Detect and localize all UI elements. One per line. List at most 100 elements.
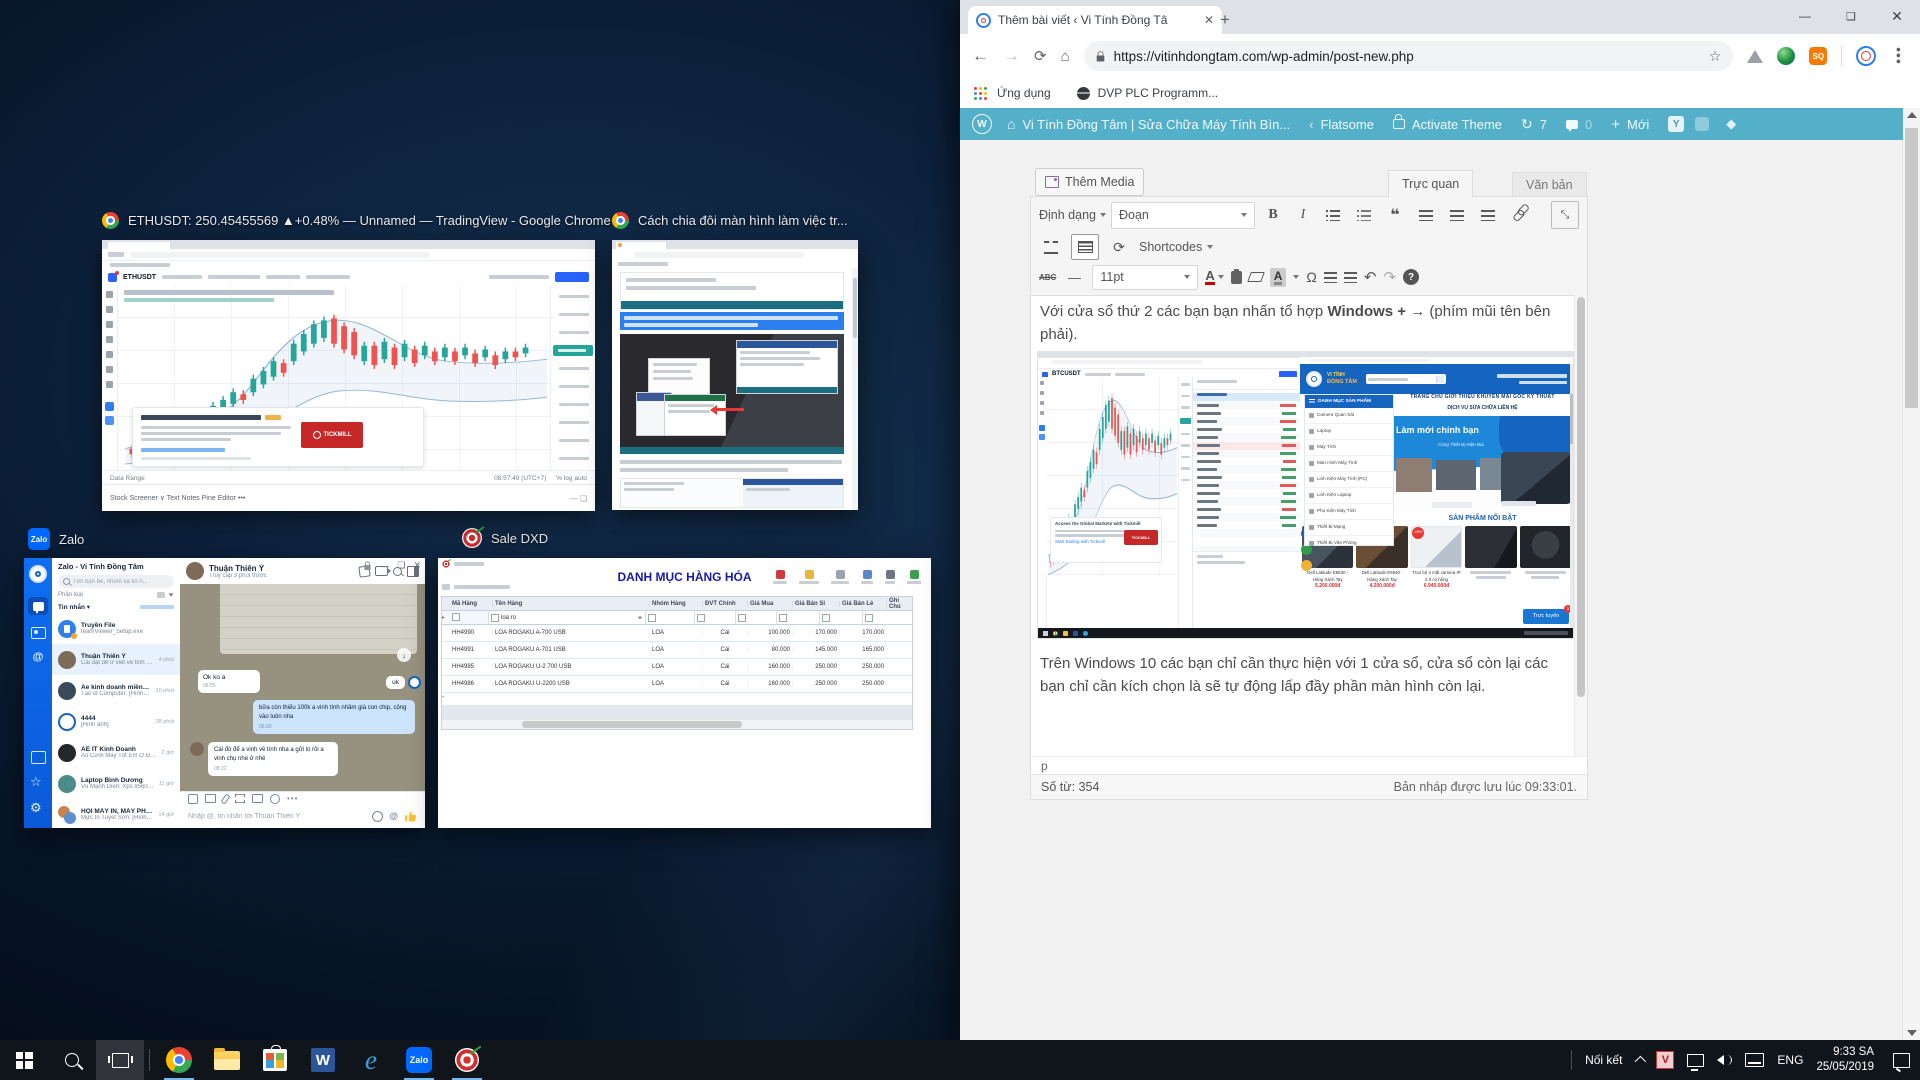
zalo-groups-tab[interactable]: @ bbox=[31, 651, 45, 663]
read-more-button[interactable] bbox=[1039, 236, 1063, 258]
diamond-icon[interactable]: ◆ bbox=[1726, 116, 1736, 132]
fontsize-select[interactable]: 11pt bbox=[1092, 265, 1198, 290]
format-dropdown[interactable]: Định dạng bbox=[1039, 208, 1106, 222]
sale-table[interactable]: Mã Hàng Tên Hàng Nhóm Hàng ĐVT Chính Giá… bbox=[441, 596, 913, 730]
indent-button[interactable] bbox=[1344, 272, 1357, 283]
profile-avatar[interactable] bbox=[1856, 46, 1876, 66]
editor-scroll-thumb[interactable] bbox=[1577, 297, 1585, 697]
zalo-search[interactable]: Tìm bạn bè, nhóm và tin n... bbox=[58, 575, 174, 588]
tab-visual[interactable]: Trực quan bbox=[1388, 170, 1473, 197]
clear-format-button[interactable] bbox=[1249, 272, 1263, 282]
more-icon[interactable]: ••• bbox=[287, 794, 298, 803]
maximize-icon[interactable]: ❑ bbox=[397, 560, 405, 571]
drive-extension-icon[interactable] bbox=[1747, 50, 1763, 63]
bold-button[interactable]: B bbox=[1260, 203, 1286, 227]
highlight-carat[interactable] bbox=[1293, 275, 1299, 279]
tab-text[interactable]: Văn bản bbox=[1512, 172, 1587, 197]
zalo-messages-tab-row[interactable]: Tin nhắn ▾ bbox=[58, 603, 174, 611]
https-lock-icon[interactable] bbox=[1096, 55, 1104, 61]
taskbar-file-explorer[interactable] bbox=[203, 1040, 251, 1080]
data-range-label[interactable]: Data Range bbox=[110, 475, 145, 482]
taskview-thumbnail-saledxd[interactable]: DANH MỤC HÀNG HÓA Mã Hàng Tên Hàng Nhóm … bbox=[438, 558, 931, 828]
conversation-item[interactable]: Laptop Bình DươngVũ Mạnh Diễn: Xps 9560 … bbox=[52, 768, 180, 799]
adminbar-comment-count[interactable]: 0 bbox=[1585, 117, 1592, 132]
idm-extension-icon[interactable] bbox=[1777, 47, 1795, 65]
recent-icon[interactable] bbox=[270, 794, 280, 804]
tv-chart[interactable]: TICKMILL bbox=[118, 285, 550, 470]
taskbar-chrome[interactable] bbox=[155, 1040, 203, 1080]
taskview-thumbnail-zalo[interactable]: @ ☆ ⚙ Zalo - Vi Tính Đồng Tâm Tìm bạn bè… bbox=[24, 558, 425, 828]
star-icon[interactable]: ☆ bbox=[30, 774, 42, 790]
tv-panel-tabs[interactable]: Stock Screener ∨ Text Notes Pine Editor … bbox=[110, 494, 245, 502]
forward-button[interactable]: → bbox=[1003, 46, 1020, 66]
maximize-button[interactable]: ❑ bbox=[1828, 10, 1874, 23]
align-right-button[interactable] bbox=[1475, 203, 1501, 227]
zalo-input-toolbar[interactable]: ••• bbox=[180, 791, 425, 805]
keyboard-icon[interactable] bbox=[1745, 1053, 1764, 1067]
yoast-seo-icon[interactable]: Y bbox=[1668, 116, 1684, 132]
filter-row[interactable]: ▸ loa ro bbox=[442, 611, 912, 625]
tv-drawing-toolbar[interactable] bbox=[102, 285, 118, 480]
network-icon[interactable] bbox=[1687, 1054, 1704, 1067]
taskbar-word[interactable]: W bbox=[299, 1040, 347, 1080]
image-icon[interactable] bbox=[205, 794, 216, 803]
highlight-color-button[interactable]: A bbox=[1270, 268, 1287, 287]
gear-icon[interactable]: ⚙ bbox=[30, 800, 42, 816]
conversation-item[interactable]: Truyền FileteamViewer_Setup.exe bbox=[52, 613, 180, 644]
back-button[interactable]: ← bbox=[972, 46, 989, 66]
conversation-item[interactable]: Ae kinh doanh miền bắcTạo id Computer: [… bbox=[52, 675, 180, 706]
align-center-button[interactable] bbox=[1444, 203, 1470, 227]
action-center-icon[interactable] bbox=[1893, 1053, 1910, 1068]
sq-extension-icon[interactable]: SQ bbox=[1809, 47, 1827, 65]
col-header[interactable]: Giá Bán Sỉ bbox=[792, 601, 839, 607]
zalo-nav-rail[interactable]: @ ☆ ⚙ bbox=[24, 558, 52, 828]
col-header[interactable]: ĐVT Chính bbox=[702, 601, 747, 607]
conversation-item[interactable]: AE IT Kinh DoanhÁo Cưới May Tốt Em Ở Đắc… bbox=[52, 737, 180, 768]
col-header[interactable]: Tên Hàng bbox=[492, 601, 649, 607]
bullet-list-button[interactable] bbox=[1320, 203, 1346, 227]
zalo-filter-row[interactable]: Phân loại bbox=[58, 592, 174, 598]
link-button[interactable] bbox=[1506, 203, 1532, 227]
minimize-icon[interactable]: — bbox=[380, 561, 389, 571]
lock-icon[interactable] bbox=[365, 565, 371, 570]
scroll-thumb[interactable] bbox=[1905, 128, 1918, 408]
table-row[interactable]: HH4986LOA ROGAKU U-2200 USBLOACái160.000… bbox=[442, 676, 912, 693]
taskbar-search-button[interactable] bbox=[48, 1040, 96, 1080]
refresh-button[interactable]: ⟳ bbox=[1107, 236, 1131, 258]
adminbar-update-count[interactable]: 7 bbox=[1540, 117, 1547, 132]
taskbar-saledxd[interactable] bbox=[443, 1040, 491, 1080]
url-text[interactable]: https://vitinhdongtam.com/wp-admin/post-… bbox=[1114, 49, 1700, 64]
filter-input[interactable]: loa ro bbox=[501, 615, 516, 621]
mini-scrollbar[interactable] bbox=[852, 268, 858, 510]
zalo-avatar[interactable] bbox=[29, 565, 47, 583]
shortcodes-dropdown[interactable]: Shortcodes bbox=[1139, 240, 1213, 254]
bookmark-apps[interactable]: Ứng dụng bbox=[997, 86, 1051, 100]
table-row[interactable]: HH4991LOA ROGAKU A-701 USBLOACái80.00014… bbox=[442, 642, 912, 659]
zalo-capture-icon[interactable] bbox=[31, 751, 46, 764]
unikey-icon[interactable]: V bbox=[1656, 1051, 1674, 1069]
format-icon[interactable] bbox=[252, 794, 263, 803]
editor-scrollbar[interactable] bbox=[1574, 295, 1587, 756]
taskbar-zalo[interactable] bbox=[395, 1040, 443, 1080]
volume-icon[interactable] bbox=[1717, 1055, 1732, 1065]
outdent-button[interactable] bbox=[1324, 272, 1337, 283]
download-icon[interactable]: ↓ bbox=[397, 648, 411, 662]
tv-scale-toggles[interactable]: % log auto bbox=[556, 475, 587, 482]
sale-toolbar[interactable] bbox=[773, 570, 921, 584]
post-image[interactable]: BTCUSDT Access the G bbox=[1037, 351, 1574, 639]
unikey-mode-label[interactable]: Nối kết bbox=[1585, 1053, 1622, 1067]
add-media-button[interactable]: Thêm Media bbox=[1035, 168, 1144, 196]
taskbar-internet-explorer[interactable]: e bbox=[347, 1040, 395, 1080]
conversation-item[interactable]: 4444[Hình ảnh] 28 phút bbox=[52, 706, 180, 737]
wordpress-logo-icon[interactable]: W bbox=[972, 114, 992, 134]
page-scrollbar[interactable] bbox=[1902, 108, 1920, 1040]
tv-price-axis[interactable] bbox=[550, 285, 595, 470]
scroll-up-arrow[interactable] bbox=[1907, 112, 1917, 118]
align-left-button[interactable] bbox=[1413, 203, 1439, 227]
h-scrollbar[interactable] bbox=[442, 720, 912, 729]
sticker-icon[interactable] bbox=[188, 794, 198, 804]
paragraph-select[interactable]: Đoạn bbox=[1111, 202, 1255, 229]
tab-close-icon[interactable]: ✕ bbox=[1204, 13, 1214, 27]
undo-button[interactable]: ↶ bbox=[1364, 268, 1377, 286]
minimize-button[interactable]: — bbox=[1782, 9, 1828, 23]
